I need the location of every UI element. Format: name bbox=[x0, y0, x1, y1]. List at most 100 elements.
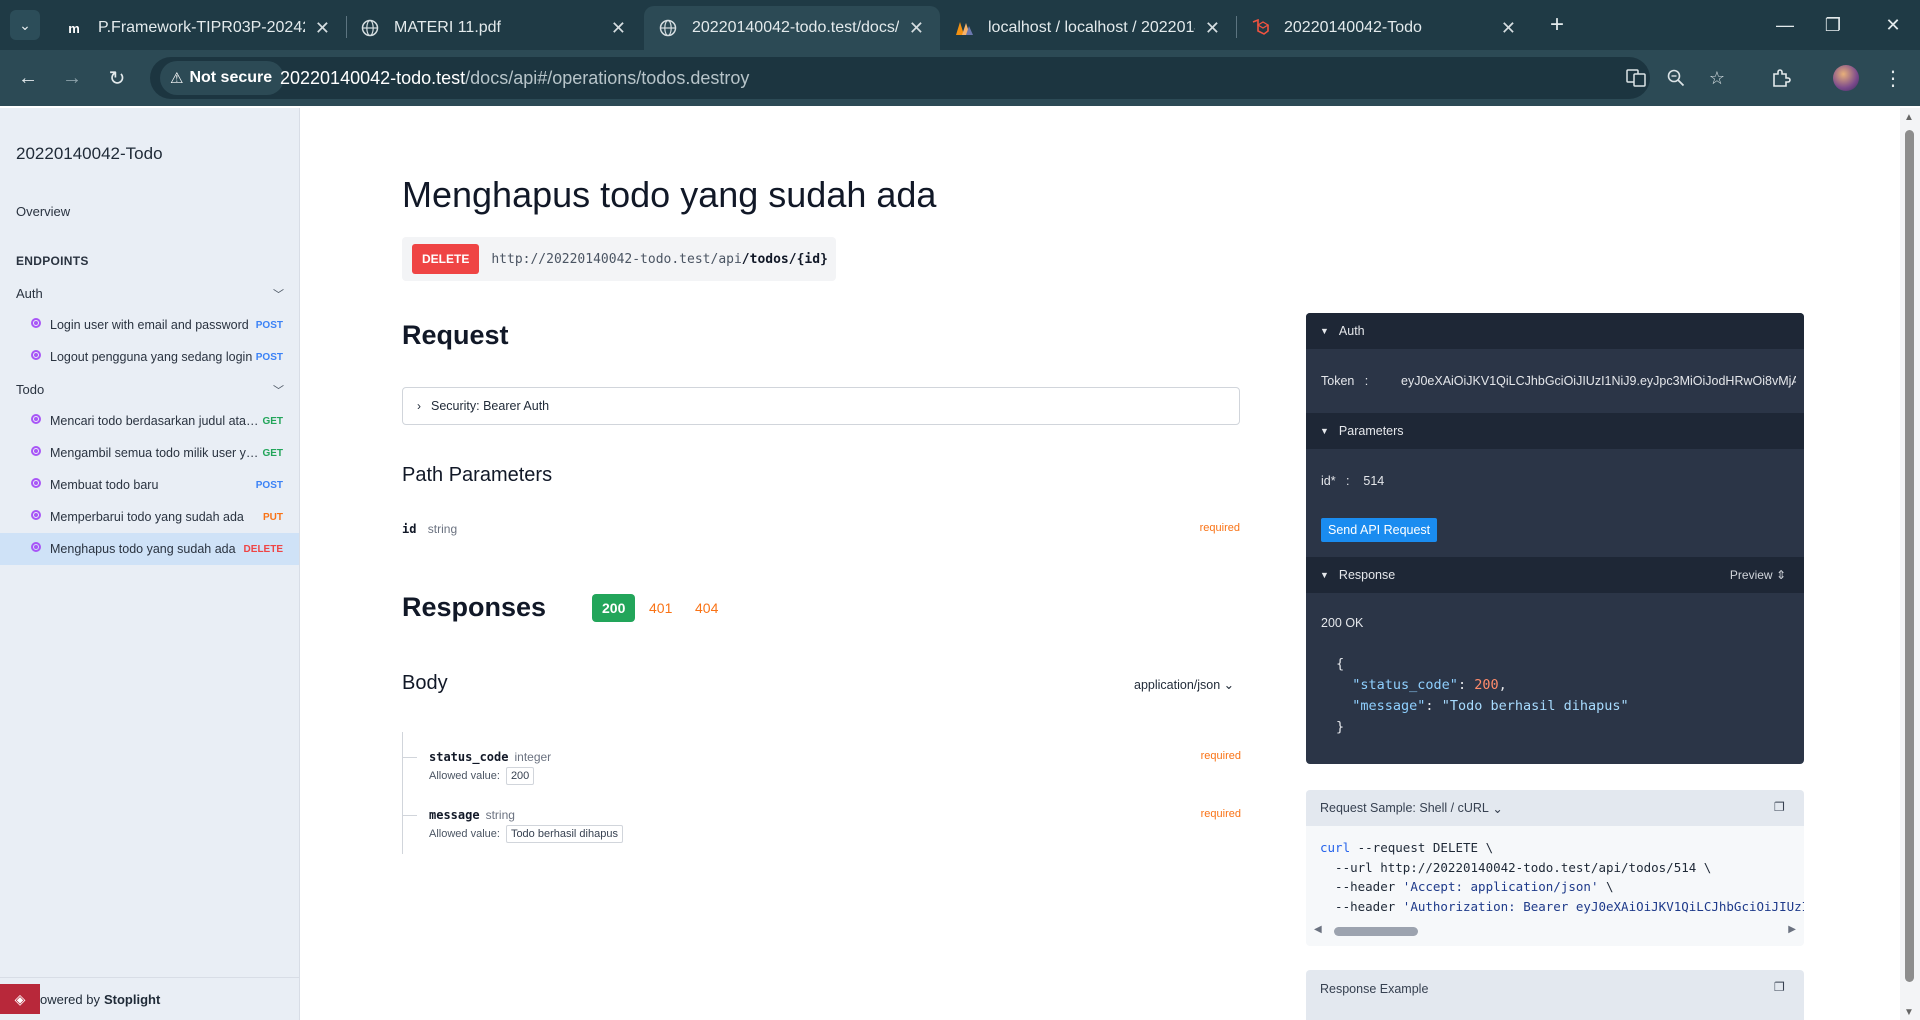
security-disclosure[interactable]: › Security: Bearer Auth bbox=[402, 387, 1240, 425]
sidebar-item-login[interactable]: Login user with email and password POST bbox=[0, 309, 299, 341]
curl-code: curl --request DELETE \ --url http://202… bbox=[1320, 840, 1804, 914]
globe-icon bbox=[360, 18, 380, 38]
id-param-row: id* : 514 bbox=[1321, 474, 1385, 488]
app-title: 20220140042-Todo bbox=[16, 144, 163, 163]
scrollbar-thumb[interactable] bbox=[1905, 130, 1914, 982]
minimize-icon[interactable]: — bbox=[1762, 8, 1808, 42]
body-heading: Body bbox=[402, 672, 448, 694]
chevron-down-icon: ﹀ bbox=[273, 385, 284, 397]
method-badge: GET bbox=[262, 447, 283, 459]
back-arrow-icon[interactable]: ← bbox=[13, 63, 43, 93]
close-tab-icon[interactable]: ✕ bbox=[611, 18, 626, 39]
browser-tab-3-active[interactable]: 20220140042-todo.test/docs/ap ✕ bbox=[644, 6, 940, 50]
operation-icon bbox=[31, 510, 41, 520]
browser-tab-4[interactable]: localhost / localhost / 202201400 ✕ bbox=[940, 6, 1236, 50]
caret-down-icon: ▼ bbox=[1320, 426, 1329, 436]
endpoints-heading: ENDPOINTS bbox=[16, 254, 89, 268]
close-tab-icon[interactable]: ✕ bbox=[1205, 18, 1220, 39]
zoom-icon[interactable] bbox=[1661, 63, 1691, 93]
sidebar-group-todo[interactable]: Todo ﹀ bbox=[16, 382, 284, 397]
scroll-up-icon[interactable]: ▲ bbox=[1904, 112, 1914, 123]
sidebar-item-update-todo[interactable]: Memperbarui todo yang sudah ada PUT bbox=[0, 501, 299, 533]
close-tab-icon[interactable]: ✕ bbox=[1501, 18, 1516, 39]
security-chip[interactable]: ⚠ Not secure bbox=[160, 61, 285, 95]
response-json: { "status_code": 200, "message": "Todo b… bbox=[1336, 656, 1629, 735]
operation-icon bbox=[31, 318, 41, 328]
parameters-section-header[interactable]: ▼ Parameters bbox=[1306, 413, 1804, 449]
sidebar-item-create-todo[interactable]: Membuat todo baru POST bbox=[0, 469, 299, 501]
request-heading: Request bbox=[402, 320, 509, 350]
response-section-header[interactable]: ▼ Response Preview ⇕ bbox=[1306, 557, 1804, 593]
browser-tab-5[interactable]: 20220140042-Todo ✕ bbox=[1236, 6, 1532, 50]
method-badge: POST bbox=[255, 319, 283, 331]
response-tab-401[interactable]: 401 bbox=[639, 594, 682, 622]
token-input[interactable]: eyJ0eXAiOiJKV1QiLCJhbGciOiJIUzI1NiJ9.eyJ… bbox=[1401, 374, 1796, 388]
browser-tab-2[interactable]: MATERI 11.pdf ✕ bbox=[346, 6, 642, 50]
docs-sidebar: 20220140042-Todo Overview ENDPOINTS Auth… bbox=[0, 108, 300, 1020]
operation-icon bbox=[31, 446, 41, 456]
browser-tabstrip: ⌄ m P.Framework-TIPR03P-20242: W ✕ MATER… bbox=[0, 0, 1920, 50]
response-example-panel: Response Example ❐ bbox=[1306, 970, 1804, 1020]
method-badge: GET bbox=[262, 415, 283, 427]
globe-icon bbox=[658, 18, 678, 38]
scrollbar-thumb[interactable] bbox=[1334, 927, 1418, 936]
close-tab-icon[interactable]: ✕ bbox=[909, 18, 924, 39]
delete-method-badge: DELETE bbox=[412, 244, 480, 274]
scroll-right-icon[interactable]: ▶ bbox=[1788, 924, 1796, 935]
request-sample-language-select[interactable]: Request Sample: Shell / cURL ⌄ ❐ bbox=[1306, 790, 1804, 826]
token-row: Token : eyJ0eXAiOiJKV1QiLCJhbGciOiJIUzI1… bbox=[1321, 374, 1796, 388]
operation-icon bbox=[31, 542, 41, 552]
extensions-puzzle-icon[interactable] bbox=[1766, 63, 1796, 93]
laravel-icon: ◈ bbox=[0, 984, 40, 1014]
scroll-down-icon[interactable]: ▼ bbox=[1904, 1007, 1914, 1018]
close-tab-icon[interactable]: ✕ bbox=[315, 18, 330, 39]
response-body-schema: status_code integer required Allowed valu… bbox=[402, 732, 1241, 854]
copy-icon[interactable]: ❐ bbox=[1774, 980, 1786, 994]
method-badge: POST bbox=[255, 351, 283, 363]
tab-search-dropdown-icon[interactable]: ⌄ bbox=[10, 10, 40, 40]
bookmark-star-icon[interactable]: ☆ bbox=[1702, 63, 1732, 93]
sidebar-item-delete-todo[interactable]: Menghapus todo yang sudah ada DELETE bbox=[0, 533, 299, 565]
laravel-icon bbox=[1250, 18, 1270, 38]
sidebar-item-logout[interactable]: Logout pengguna yang sedang login POST bbox=[0, 341, 299, 373]
chevron-right-icon: › bbox=[417, 399, 421, 413]
new-tab-plus-icon[interactable]: + bbox=[1542, 10, 1572, 40]
browser-tab-1[interactable]: m P.Framework-TIPR03P-20242: W ✕ bbox=[50, 6, 346, 50]
send-api-request-button[interactable]: Send API Request bbox=[1321, 518, 1438, 542]
address-bar[interactable]: ⚠ Not secure 20220140042-todo.test/docs/… bbox=[150, 57, 1725, 99]
browser-toolbar: ← → ↻ ⚠ Not secure 20220140042-todo.test… bbox=[0, 50, 1920, 106]
id-input[interactable]: 514 bbox=[1363, 474, 1384, 488]
sidebar-item-overview[interactable]: Overview bbox=[16, 204, 70, 219]
content-type-select[interactable]: application/json ⌄ bbox=[1134, 677, 1234, 692]
auth-section-header[interactable]: ▼ Auth bbox=[1306, 313, 1804, 349]
required-label: required bbox=[1199, 522, 1240, 534]
endpoint-path: /todos/{id} bbox=[741, 251, 828, 267]
url-text[interactable]: 20220140042-todo.test/docs/api#/operatio… bbox=[280, 57, 749, 99]
response-tab-404[interactable]: 404 bbox=[685, 594, 728, 622]
powered-by-footer[interactable]: ◈ owered by Stoplight bbox=[0, 977, 299, 1020]
sidebar-item-search-todo[interactable]: Mencari todo berdasarkan judul atau ... … bbox=[0, 405, 299, 437]
copy-icon[interactable]: ❐ bbox=[1774, 800, 1786, 814]
operation-icon bbox=[31, 350, 41, 360]
try-it-panel: ▼ Auth Token : eyJ0eXAiOiJKV1QiLCJhbGciO… bbox=[1306, 313, 1804, 764]
phpmyadmin-icon bbox=[954, 18, 974, 38]
close-window-icon[interactable]: ✕ bbox=[1870, 8, 1916, 42]
forward-arrow-icon[interactable]: → bbox=[57, 63, 87, 93]
preview-select[interactable]: Preview ⇕ bbox=[1730, 557, 1786, 593]
scroll-left-icon[interactable]: ◀ bbox=[1314, 924, 1322, 935]
more-menu-icon[interactable]: ⋮ bbox=[1878, 63, 1908, 93]
reload-icon[interactable]: ↻ bbox=[102, 63, 132, 93]
page-title: Menghapus todo yang sudah ada bbox=[402, 174, 937, 215]
sidebar-item-list-todos[interactable]: Mengambil semua todo milik user ya... GE… bbox=[0, 437, 299, 469]
operation-icon bbox=[31, 414, 41, 424]
path-param-id: id string required bbox=[402, 522, 1240, 536]
translate-icon[interactable] bbox=[1621, 63, 1651, 93]
restore-icon[interactable]: ❐ bbox=[1810, 8, 1856, 42]
page-vertical-scrollbar[interactable]: ▲ ▼ bbox=[1900, 108, 1920, 1020]
profile-avatar[interactable] bbox=[1833, 65, 1859, 91]
chevron-down-icon: ﹀ bbox=[273, 289, 284, 301]
warning-triangle-icon: ⚠ bbox=[170, 70, 184, 87]
code-horizontal-scrollbar[interactable]: ◀ ▶ bbox=[1314, 924, 1796, 938]
sidebar-group-auth[interactable]: Auth ﹀ bbox=[16, 286, 284, 301]
response-tab-200[interactable]: 200 bbox=[592, 594, 636, 622]
